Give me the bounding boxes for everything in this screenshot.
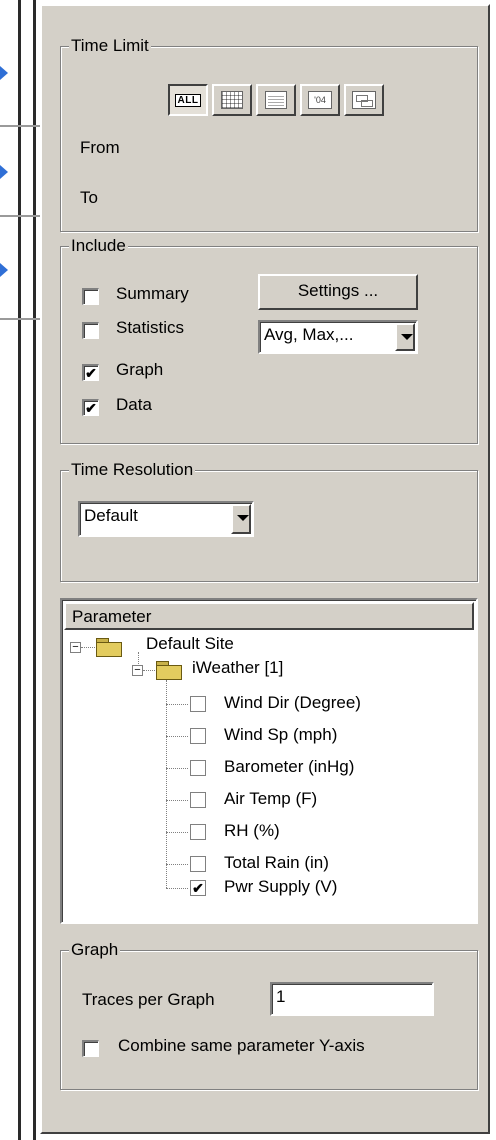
param-checkbox[interactable] xyxy=(190,760,206,776)
parameter-header-label: Parameter xyxy=(72,607,152,626)
divider xyxy=(0,215,40,217)
tree-connector xyxy=(81,647,95,648)
time-year-button[interactable]: '04 xyxy=(300,84,340,116)
include-legend: Include xyxy=(69,236,128,256)
divider xyxy=(0,318,40,320)
time-resolution-select[interactable]: Default xyxy=(78,501,254,537)
time-all-button[interactable]: ALL xyxy=(168,84,208,116)
station-node-label[interactable]: iWeather [1] xyxy=(192,658,283,678)
expand-arrow-icon[interactable] xyxy=(0,66,8,80)
statistics-label: Statistics xyxy=(116,318,185,337)
param-label[interactable]: RH (%) xyxy=(224,821,280,841)
statistics-type-select[interactable]: Avg, Max,... xyxy=(258,320,418,354)
collapse-station-toggle[interactable]: − xyxy=(132,665,143,676)
tree-connector xyxy=(166,888,188,889)
param-label[interactable]: Wind Sp (mph) xyxy=(224,725,337,745)
time-month-button[interactable] xyxy=(256,84,296,116)
time-week-button[interactable] xyxy=(212,84,252,116)
data-checkbox[interactable]: ✔ xyxy=(82,399,99,416)
combine-y-axis-label: Combine same parameter Y-axis xyxy=(118,1036,365,1055)
date-range-icon xyxy=(352,91,376,109)
expand-arrow-icon[interactable] xyxy=(0,263,8,277)
parameter-column-header[interactable]: Parameter xyxy=(64,602,474,630)
traces-per-graph-label: Traces per Graph xyxy=(82,990,215,1009)
graph-legend: Graph xyxy=(69,940,121,960)
expand-arrow-icon[interactable] xyxy=(0,165,8,179)
tree-connector xyxy=(166,736,188,737)
divider xyxy=(0,125,40,127)
summary-checkbox[interactable] xyxy=(82,288,99,305)
time-resolution-legend: Time Resolution xyxy=(69,460,196,480)
collapse-site-toggle[interactable]: − xyxy=(70,642,81,653)
param-checkbox[interactable] xyxy=(190,728,206,744)
time-limit-legend: Time Limit xyxy=(69,36,151,56)
traces-per-graph-input[interactable]: 1 xyxy=(270,982,434,1016)
from-label: From xyxy=(80,138,120,157)
tree-connector xyxy=(166,680,167,888)
param-label[interactable]: Total Rain (in) xyxy=(224,853,329,873)
folder-open-icon xyxy=(156,661,182,680)
left-splitter-strip xyxy=(0,0,42,1140)
tree-connector xyxy=(166,864,188,865)
chevron-down-icon[interactable] xyxy=(231,504,251,534)
settings-button[interactable]: Settings ... xyxy=(258,274,418,310)
statistics-type-value: Avg, Max,... xyxy=(264,325,354,344)
param-label[interactable]: Wind Dir (Degree) xyxy=(224,693,361,713)
statistics-checkbox[interactable] xyxy=(82,322,99,339)
tree-connector xyxy=(166,768,188,769)
tree-connector xyxy=(143,670,155,671)
year-icon: '04 xyxy=(308,91,332,109)
divider xyxy=(33,0,36,1140)
tree-connector xyxy=(166,800,188,801)
divider xyxy=(18,0,21,1140)
parameter-tree[interactable]: Parameter − Default Site − iWeather [1] … xyxy=(60,598,478,924)
to-label: To xyxy=(80,188,98,207)
summary-label: Summary xyxy=(116,284,189,303)
graph-label: Graph xyxy=(116,360,164,379)
month-calendar-icon xyxy=(265,91,287,109)
tree-connector xyxy=(166,832,188,833)
param-checkbox[interactable] xyxy=(190,824,206,840)
param-checkbox[interactable] xyxy=(190,696,206,712)
site-node-label[interactable]: Default Site xyxy=(146,634,234,654)
param-checkbox[interactable] xyxy=(190,792,206,808)
combine-y-axis-checkbox[interactable] xyxy=(82,1040,99,1057)
week-calendar-icon xyxy=(221,91,243,109)
data-label: Data xyxy=(116,395,152,414)
param-checkbox[interactable] xyxy=(190,856,206,872)
param-label[interactable]: Barometer (inHg) xyxy=(224,757,354,777)
param-label[interactable]: Pwr Supply (V) xyxy=(224,877,337,897)
tree-connector xyxy=(138,652,139,664)
folder-open-icon xyxy=(96,638,122,657)
time-limit-group: Time Limit xyxy=(60,36,478,232)
param-label[interactable]: Air Temp (F) xyxy=(224,789,317,809)
tree-connector xyxy=(166,704,188,705)
time-resolution-value: Default xyxy=(84,506,138,525)
all-icon: ALL xyxy=(174,93,202,107)
chevron-down-icon[interactable] xyxy=(395,323,415,351)
time-range-button[interactable] xyxy=(344,84,384,116)
graph-checkbox[interactable]: ✔ xyxy=(82,364,99,381)
param-checkbox-checked[interactable]: ✔ xyxy=(190,880,206,896)
report-options-panel: Time Limit ALL '04 From To Include Summa… xyxy=(40,4,490,1134)
